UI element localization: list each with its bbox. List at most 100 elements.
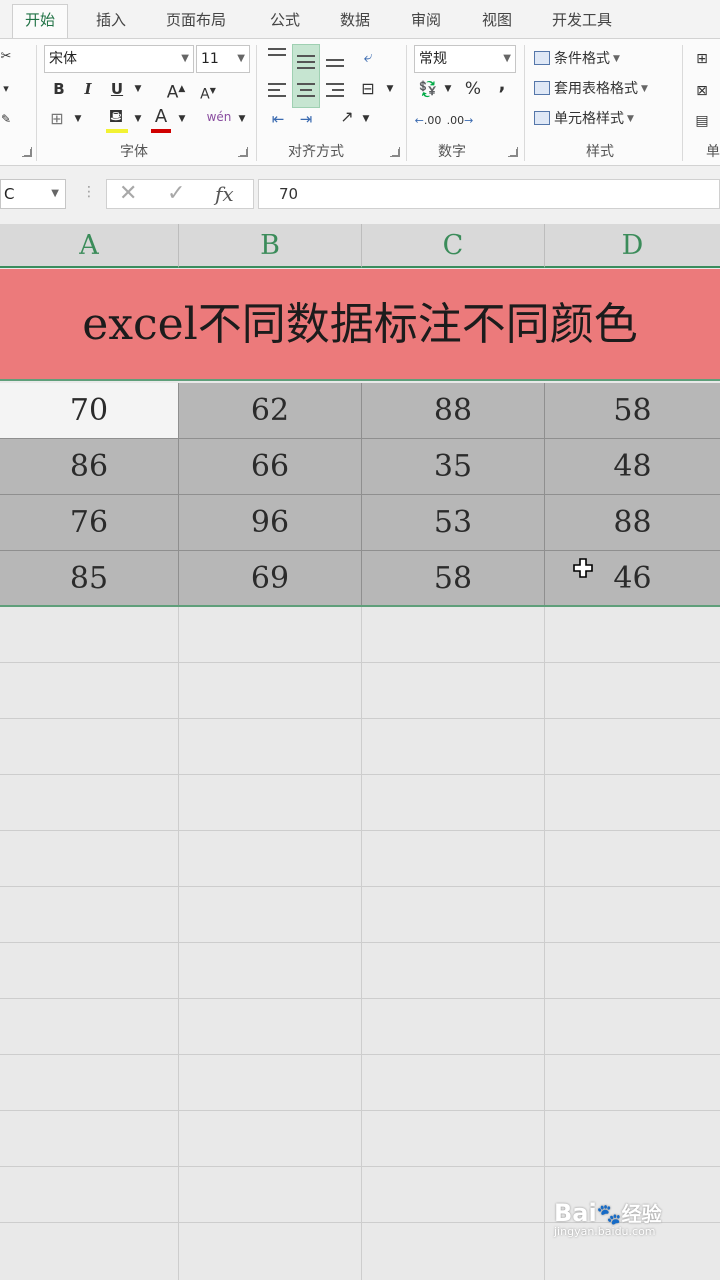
grid-line (0, 662, 720, 663)
name-box[interactable]: C ▼ (0, 179, 66, 209)
group-separator (256, 45, 257, 161)
cell-a2[interactable]: 86 (0, 439, 179, 495)
cell-d2[interactable]: 48 (545, 439, 720, 495)
column-header-a[interactable]: A (0, 224, 179, 268)
align-left-icon-line (268, 95, 286, 97)
top-align-icon[interactable] (268, 48, 286, 50)
grid-line (0, 774, 720, 775)
cell-d1[interactable]: 58 (545, 383, 720, 439)
copy-icon[interactable]: ▾ (0, 77, 12, 101)
merged-title-cell[interactable]: excel不同数据标注不同颜色 (0, 269, 720, 381)
align-center-icon[interactable] (297, 83, 315, 85)
tab-developer[interactable]: 开发工具 (552, 8, 612, 38)
cut-icon[interactable]: ✂ (0, 45, 12, 69)
cell-c4[interactable]: 58 (362, 551, 545, 607)
cell-d4[interactable]: 46 (545, 551, 720, 607)
styles-group-label: 样式 (586, 144, 614, 160)
merge-center-icon[interactable]: ⊟ (356, 77, 380, 101)
cell-styles-button[interactable]: 单元格样式 ▼ (534, 109, 634, 129)
font-color-dropdown-icon[interactable]: ▼ (176, 107, 188, 131)
cell-b3[interactable]: 96 (179, 495, 362, 551)
formula-buttons: ✕ ✓ fx (106, 179, 254, 209)
grow-font-button[interactable]: A▲ (164, 77, 188, 103)
cell-c3[interactable]: 53 (362, 495, 545, 551)
format-painter-icon[interactable]: ✎ (0, 107, 12, 131)
alignment-group-label: 对齐方式 (288, 144, 344, 160)
increase-decimal-button[interactable]: ←.00 (414, 109, 442, 133)
font-group-label: 字体 (120, 144, 148, 160)
insert-cells-icon[interactable]: ⊞ (692, 47, 712, 71)
number-launcher-icon[interactable] (508, 147, 518, 157)
font-launcher-icon[interactable] (238, 147, 248, 157)
align-left-icon[interactable] (268, 83, 286, 85)
middle-align-icon[interactable] (297, 55, 315, 57)
font-name-select[interactable]: 宋体 ▼ (44, 45, 194, 73)
bottom-align-icon[interactable] (326, 59, 344, 61)
format-as-table-button[interactable]: 套用表格格式 ▼ (534, 79, 648, 99)
align-right-icon[interactable] (326, 83, 344, 85)
accounting-dropdown-icon[interactable]: ▼ (442, 77, 454, 101)
cell-d3[interactable]: 88 (545, 495, 720, 551)
tab-formulas[interactable]: 公式 (270, 8, 300, 38)
cell-a1[interactable]: 70 (0, 383, 179, 439)
number-format-select[interactable]: 常规 ▼ (414, 45, 516, 73)
insert-function-button[interactable]: fx (215, 180, 234, 208)
conditional-formatting-button[interactable]: 条件格式 ▼ (534, 49, 620, 69)
format-cells-icon[interactable]: ▤ (692, 109, 712, 133)
fill-dropdown-icon[interactable]: ▼ (132, 107, 144, 131)
chevron-down-icon: ▼ (181, 53, 189, 64)
cancel-icon[interactable]: ✕ (119, 180, 137, 208)
grid-line (0, 830, 720, 831)
accounting-format-icon[interactable]: 💱 (416, 77, 440, 101)
borders-icon[interactable]: ⊞ (46, 107, 68, 131)
merge-dropdown-icon[interactable]: ▼ (384, 77, 396, 101)
increase-indent-icon[interactable]: ⇥ (294, 107, 318, 131)
grid-line (0, 1166, 720, 1167)
clipboard-launcher-icon[interactable] (22, 147, 32, 157)
wrap-text-icon[interactable]: ⤶ (356, 45, 380, 69)
formula-bar: C ▼ ⋮ ✕ ✓ fx 70 (0, 166, 720, 224)
column-header-c[interactable]: C (362, 224, 545, 268)
cell-b1[interactable]: 62 (179, 383, 362, 439)
enter-check-icon[interactable]: ✓ (167, 180, 185, 208)
cell-a4[interactable]: 85 (0, 551, 179, 607)
comma-button[interactable]: , (494, 73, 510, 97)
orientation-icon[interactable]: ↗ (336, 105, 358, 129)
percent-button[interactable]: % (462, 77, 484, 101)
phonetic-dropdown-icon[interactable]: ▼ (236, 107, 248, 131)
underline-dropdown-icon[interactable]: ▼ (132, 77, 144, 101)
phonetic-button[interactable]: wén (204, 105, 234, 129)
column-header-b[interactable]: B (179, 224, 362, 268)
tab-view[interactable]: 视图 (482, 8, 512, 38)
font-size-select[interactable]: 11 ▼ (196, 45, 250, 73)
font-color-button[interactable]: A (150, 105, 172, 129)
fill-color-icon[interactable]: ⛾ (104, 105, 128, 129)
tab-insert[interactable]: 插入 (96, 8, 126, 38)
group-separator (682, 45, 683, 161)
tab-page-layout[interactable]: 页面布局 (166, 8, 226, 38)
cell-c2[interactable]: 35 (362, 439, 545, 495)
cell-c1[interactable]: 88 (362, 383, 545, 439)
underline-button[interactable]: U (106, 77, 128, 101)
grid-line (0, 998, 720, 999)
shrink-font-button[interactable]: A▼ (196, 79, 220, 103)
decrease-decimal-button[interactable]: .00→ (446, 109, 474, 133)
delete-cells-icon[interactable]: ⊠ (692, 79, 712, 103)
cell-a3[interactable]: 76 (0, 495, 179, 551)
alignment-launcher-icon[interactable] (390, 147, 400, 157)
tab-home[interactable]: 开始 (12, 4, 69, 38)
formula-bar-grip-icon[interactable]: ⋮ (82, 184, 96, 200)
bold-button[interactable]: B (48, 77, 70, 101)
italic-button[interactable]: I (78, 77, 98, 101)
cell-b2[interactable]: 66 (179, 439, 362, 495)
column-header-d[interactable]: D (545, 224, 720, 268)
decrease-indent-icon[interactable]: ⇤ (266, 107, 290, 131)
top-align-icon-line (268, 54, 286, 56)
formula-input[interactable]: 70 (258, 179, 720, 209)
cell-b4[interactable]: 69 (179, 551, 362, 607)
tab-review[interactable]: 审阅 (411, 8, 441, 38)
borders-dropdown-icon[interactable]: ▼ (72, 107, 84, 131)
orientation-dropdown-icon[interactable]: ▼ (360, 107, 372, 131)
watermark-brand: Bai (554, 1199, 597, 1227)
tab-data[interactable]: 数据 (340, 8, 370, 38)
